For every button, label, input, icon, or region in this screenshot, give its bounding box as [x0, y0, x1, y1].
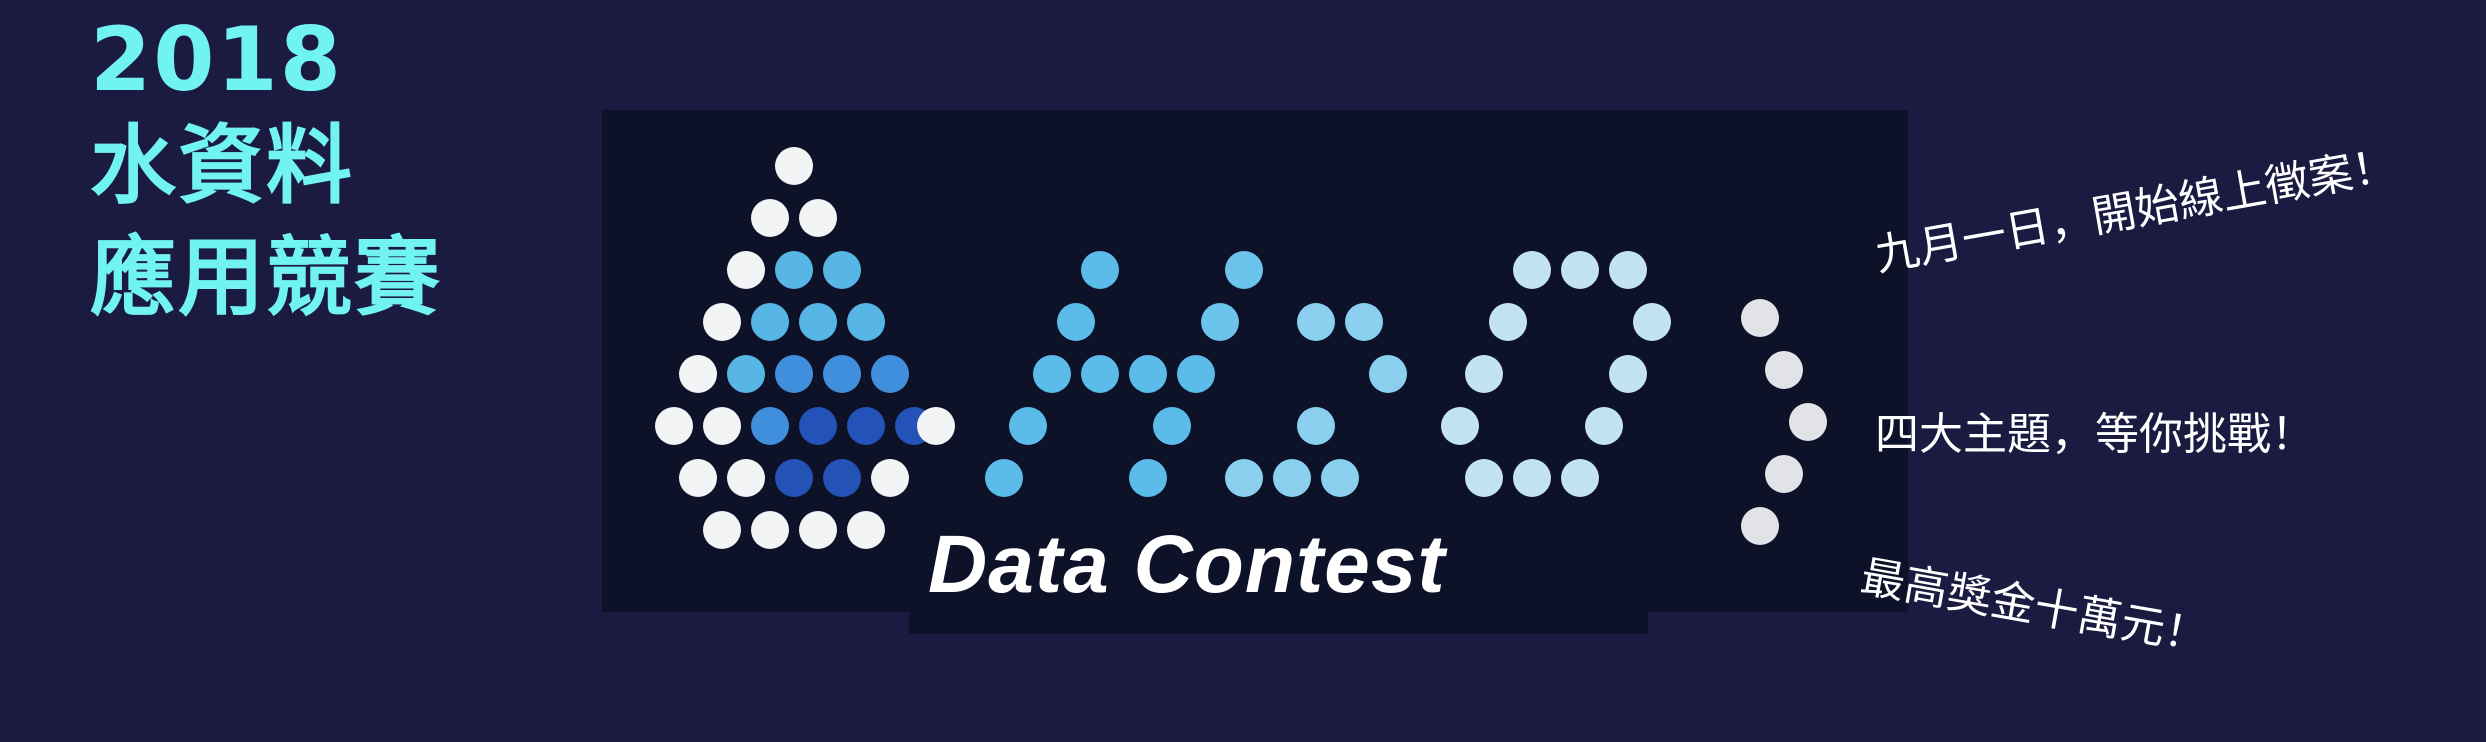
drop-dot [751, 407, 789, 445]
drop-dot [917, 407, 955, 445]
letter-dot [1201, 303, 1239, 341]
drop-dot [847, 303, 885, 341]
letter-dot [1765, 455, 1803, 493]
drop-dot [871, 355, 909, 393]
logo-subtitle: Data Contest [928, 519, 1446, 610]
letter-dot [1489, 303, 1527, 341]
letter-dot [1225, 459, 1263, 497]
drop-dot [727, 459, 765, 497]
drop-dot [679, 459, 717, 497]
drop-dot [799, 199, 837, 237]
letter-dot [1297, 303, 1335, 341]
drop-dot [703, 303, 741, 341]
drop-dot [775, 355, 813, 393]
drop-dot [823, 355, 861, 393]
drop-dot [775, 147, 813, 185]
letter-dot [985, 459, 1023, 497]
letter-dot [1057, 303, 1095, 341]
drop-dot [775, 459, 813, 497]
drop-dot [703, 511, 741, 549]
letter-dot [1765, 351, 1803, 389]
letter-dot [1741, 507, 1779, 545]
letter-dot [1633, 303, 1671, 341]
letter-dot [1369, 355, 1407, 393]
letter-dot [1081, 251, 1119, 289]
letter-dot [1081, 355, 1119, 393]
letter-dot [1273, 459, 1311, 497]
drop-dot [679, 355, 717, 393]
letter-dot [1609, 251, 1647, 289]
slogan-themes: 四大主題，等你挑戰！ [1875, 409, 2315, 460]
letter-dot [1465, 355, 1503, 393]
letter-dot [1321, 459, 1359, 497]
letter-dot [1561, 459, 1599, 497]
drop-dot [847, 407, 885, 445]
drop-dot [727, 251, 765, 289]
letter-dot [1129, 459, 1167, 497]
drop-dot [751, 199, 789, 237]
drop-dot [871, 459, 909, 497]
letter-dot [1297, 407, 1335, 445]
letter-dot [1741, 299, 1779, 337]
drop-dot [703, 407, 741, 445]
letter-dot [1345, 303, 1383, 341]
letter-dot [1513, 459, 1551, 497]
letter-dot [1129, 355, 1167, 393]
letter-dot [1513, 251, 1551, 289]
letter-dot [1609, 355, 1647, 393]
drop-dot [799, 511, 837, 549]
letter-dot [1561, 251, 1599, 289]
letter-dot [1153, 407, 1191, 445]
letter-dot [1009, 407, 1047, 445]
drop-dot [655, 407, 693, 445]
letter-dot [1177, 355, 1215, 393]
letter-dot [1789, 403, 1827, 441]
drop-dot [823, 251, 861, 289]
letter-dot [1465, 459, 1503, 497]
drop-dot [775, 251, 813, 289]
drop-dot [727, 355, 765, 393]
drop-dot [799, 407, 837, 445]
drop-dot [751, 511, 789, 549]
drop-dot [799, 303, 837, 341]
letter-dot [1441, 407, 1479, 445]
drop-dot [751, 303, 789, 341]
letter-dot [1033, 355, 1071, 393]
letter-dot [1225, 251, 1263, 289]
letter-dot [1585, 407, 1623, 445]
drop-dot [823, 459, 861, 497]
drop-dot [847, 511, 885, 549]
